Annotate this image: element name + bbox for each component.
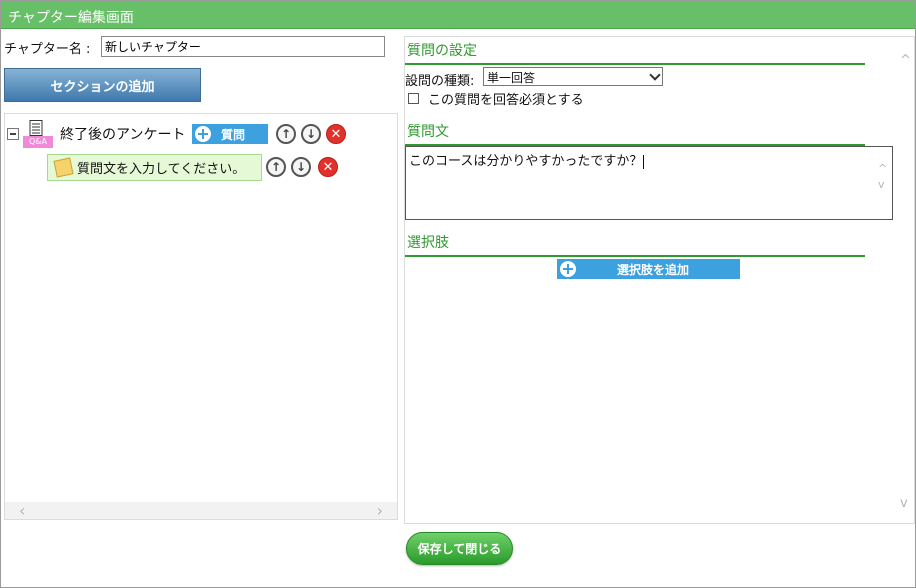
plus-circle-icon: [195, 126, 211, 142]
textarea-scroll-up-icon[interactable]: ^: [878, 161, 890, 177]
text-caret: [643, 154, 645, 169]
window-title: チャプター編集画面: [8, 10, 134, 26]
pane-scroll-up-icon[interactable]: ^: [900, 53, 911, 68]
chevron-down-icon: [649, 69, 661, 81]
window-titlebar: チャプター編集画面: [1, 1, 915, 29]
textarea-scroll-down-icon[interactable]: v: [878, 177, 890, 193]
vertical-scrollbar[interactable]: ^ v: [897, 37, 914, 523]
required-row[interactable]: この質問を回答必須とする: [408, 89, 584, 108]
question-text-value: このコースは分かりやすかったですか？: [409, 154, 643, 169]
section-tree-panel: Q&A 終了後のアンケート 質問 ↑ ↓ ✕ 質問文を入力してください。 ↑ ↓…: [4, 113, 398, 520]
choices-heading: 選択肢: [405, 232, 865, 257]
scroll-left-icon[interactable]: ‹: [19, 502, 25, 519]
add-question-button-label: 質問: [221, 127, 246, 142]
save-and-close-button[interactable]: 保存して閉じる: [406, 532, 513, 565]
question-settings-pane: 質問の設定 設問の種類: 単一回答 この質問を回答必須とする 質問文 このコース…: [404, 36, 915, 524]
question-delete-button[interactable]: ✕: [318, 157, 338, 177]
horizontal-scrollbar[interactable]: ‹ ›: [5, 502, 397, 519]
question-type-value: 単一回答: [487, 71, 536, 85]
section-move-up-button[interactable]: ↑: [276, 124, 296, 144]
add-question-button[interactable]: 質問: [192, 124, 268, 144]
document-icon: [29, 120, 43, 136]
textarea-scrollbar[interactable]: ^ v: [878, 161, 890, 193]
plus-circle-icon: [560, 261, 576, 277]
add-choice-button-label: 選択肢を追加: [616, 262, 689, 277]
section-move-down-button[interactable]: ↓: [301, 124, 321, 144]
add-section-button-label: セクションの追加: [50, 79, 155, 95]
add-section-button[interactable]: セクションの追加: [4, 68, 201, 102]
pane-scroll-down-icon[interactable]: v: [900, 496, 908, 511]
required-checkbox[interactable]: [408, 93, 419, 104]
save-and-close-label: 保存して閉じる: [417, 542, 502, 556]
required-label: この質問を回答必須とする: [428, 93, 584, 108]
chapter-name-input[interactable]: [101, 36, 385, 57]
chapter-name-label: チャプター名 :: [4, 42, 91, 57]
question-move-up-button[interactable]: ↑: [266, 157, 286, 177]
qa-tag: Q&A: [23, 136, 53, 148]
question-text-heading: 質問文: [405, 121, 865, 146]
scroll-right-icon[interactable]: ›: [377, 502, 383, 519]
chapter-edit-window: チャプター編集画面 チャプター名 : セクションの追加 Q&A 終了後のアンケー…: [0, 0, 916, 588]
add-choice-button[interactable]: 選択肢を追加: [557, 259, 740, 279]
question-move-down-button[interactable]: ↓: [291, 157, 311, 177]
question-node-label: 質問文を入力してください。: [77, 162, 246, 177]
section-title[interactable]: 終了後のアンケート: [60, 124, 185, 144]
question-type-label: 設問の種類:: [405, 74, 475, 89]
question-node[interactable]: 質問文を入力してください。: [47, 154, 262, 181]
question-text-area[interactable]: このコースは分かりやすかったですか？ ^ v: [405, 146, 893, 220]
question-type-select[interactable]: 単一回答: [483, 67, 663, 86]
settings-heading: 質問の設定: [405, 40, 865, 65]
section-delete-button[interactable]: ✕: [326, 124, 346, 144]
collapse-toggle-icon[interactable]: [7, 128, 19, 140]
note-icon: [53, 157, 74, 178]
